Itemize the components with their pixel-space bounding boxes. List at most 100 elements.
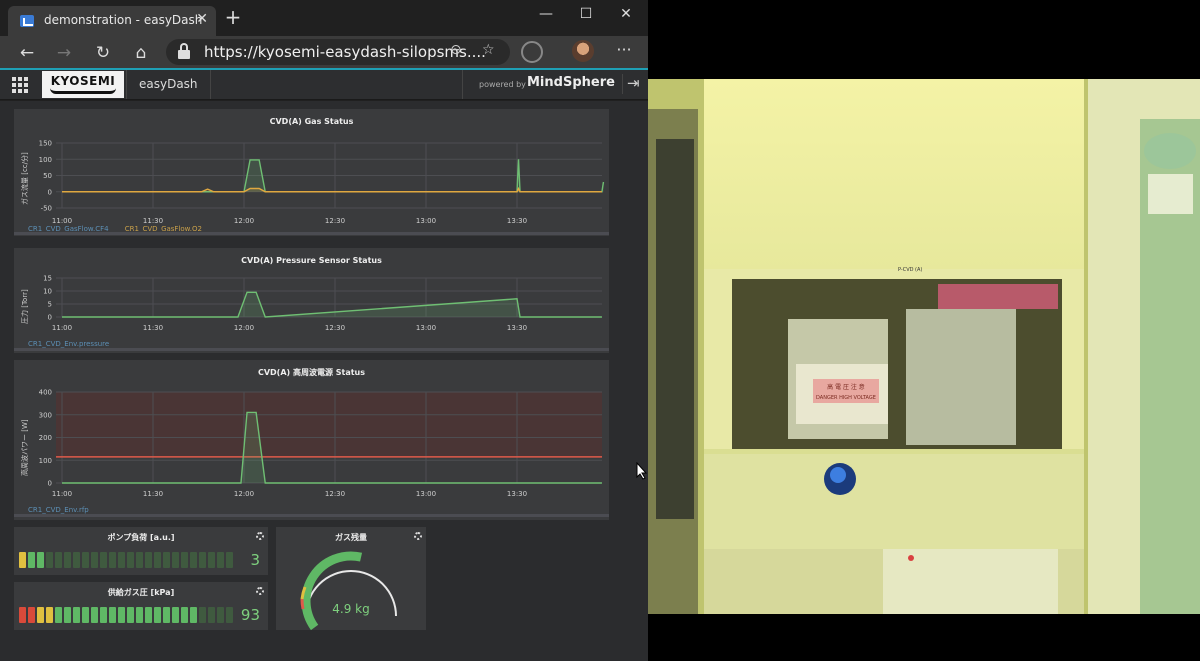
power-chart-legend: CR1_CVD_Env.rfp <box>28 506 103 514</box>
supply-gas-pressure-title: 供給ガス圧 [kPa] <box>107 588 175 597</box>
profile-avatar[interactable] <box>572 40 594 62</box>
y-tick-label: 100 <box>39 457 52 465</box>
legend-item-rfp[interactable]: CR1_CVD_Env.rfp <box>28 506 89 514</box>
address-bar: ← → ↻ ⌂ https://kyosemi-easydash-silopsm… <box>0 36 648 68</box>
level-segment <box>73 552 80 568</box>
y-tick-label: 300 <box>39 411 52 419</box>
zoom-icon[interactable]: ⊖ <box>450 42 462 58</box>
extensions-icon[interactable] <box>521 41 543 63</box>
kyosemi-logo: KYOSEMI <box>42 71 124 98</box>
x-tick-label: 13:30 <box>507 217 527 225</box>
browser-tab[interactable]: demonstration - easyDash ✕ <box>8 6 216 36</box>
level-segment <box>91 552 98 568</box>
level-segment <box>190 607 197 623</box>
level-segment <box>154 607 161 623</box>
y-tick-label: 150 <box>39 140 52 148</box>
more-menu-button[interactable]: ··· <box>612 40 636 64</box>
x-tick-label: 11:30 <box>143 490 163 498</box>
pressure-status-panel: CVD(A) Pressure Sensor Status 圧力 [Torr] … <box>14 248 609 353</box>
favorite-star-icon[interactable]: ☆ <box>482 42 495 58</box>
logout-icon[interactable]: ⇥ <box>622 74 644 94</box>
y-tick-label: 100 <box>39 156 52 164</box>
x-tick-label: 11:00 <box>52 490 72 498</box>
pump-load-gauge: ポンプ負荷 [a.u.] 3 <box>14 527 268 575</box>
y-tick-label: 10 <box>43 288 52 296</box>
app-header: KYOSEMI easyDash powered by MindSphere ⇥ <box>0 70 648 100</box>
gas-chart: 150 100 50 0 -5011:00 11:30 12:00 12:30 13:00 13:… <box>39 140 605 225</box>
level-segment <box>217 607 224 623</box>
settings-icon[interactable] <box>256 532 264 540</box>
legend-item-pressure[interactable]: CR1_CVD_Env.pressure <box>28 340 109 348</box>
level-segment <box>73 607 80 623</box>
x-tick-label: 12:00 <box>234 217 254 225</box>
y-tick-label: 5 <box>48 301 52 309</box>
legend-scrollbar[interactable] <box>14 232 609 235</box>
level-segment <box>28 552 35 568</box>
level-segment <box>118 552 125 568</box>
settings-icon[interactable] <box>414 532 422 540</box>
x-tick-label: 12:00 <box>234 490 254 498</box>
pump-load-title: ポンプ負荷 [a.u.] <box>107 533 175 542</box>
x-tick-label: 13:00 <box>416 490 436 498</box>
level-segment <box>109 607 116 623</box>
dashboard: CVD(A) Gas Status ガス流量 [cc/分] 150 100 50 0-… <box>0 101 648 661</box>
series-area <box>62 292 602 317</box>
warning-label-jp: 高 電 圧 注 意 <box>827 383 865 391</box>
app-launcher-grid-icon[interactable] <box>12 77 28 93</box>
panel-label: P-CVD (A) <box>898 267 922 273</box>
easydash-favicon-icon <box>20 15 34 27</box>
power-status-panel: CVD(A) 高周波電源 Status 高周波パワー [W] 400 300 200… <box>14 360 609 520</box>
level-segment <box>136 607 143 623</box>
x-tick-label: 11:30 <box>143 324 163 332</box>
maximize-button[interactable]: ☐ <box>568 4 604 24</box>
level-segment <box>154 552 161 568</box>
level-segment <box>82 607 89 623</box>
y-tick-label: 200 <box>39 434 52 442</box>
tab-close-icon[interactable]: ✕ <box>196 11 208 27</box>
url-field[interactable]: https://kyosemi-easydash-silopsms.... ⊖ … <box>166 39 510 65</box>
level-segment <box>55 552 62 568</box>
level-segment <box>118 607 125 623</box>
forward-button[interactable]: → <box>51 40 77 66</box>
x-tick-label: 11:30 <box>143 217 163 225</box>
pressure-chart-title: CVD(A) Pressure Sensor Status <box>241 256 382 265</box>
level-segment <box>91 607 98 623</box>
level-segment <box>64 607 71 623</box>
y-tick-label: 50 <box>43 172 52 180</box>
level-segment <box>145 552 152 568</box>
level-segment <box>217 552 224 568</box>
back-button[interactable]: ← <box>14 40 40 66</box>
level-segment <box>100 607 107 623</box>
gas-status-panel: CVD(A) Gas Status ガス流量 [cc/分] 150 100 50 0-… <box>14 109 609 236</box>
refresh-button[interactable]: ↻ <box>90 40 116 66</box>
supply-gas-pressure-gauge: 供給ガス圧 [kPa] 93 <box>14 582 268 630</box>
minimize-button[interactable]: — <box>528 4 564 24</box>
level-segment <box>19 607 26 623</box>
level-segment <box>19 552 26 568</box>
level-segment <box>208 607 215 623</box>
new-tab-button[interactable]: + <box>222 6 244 28</box>
gas-remaining-dial-fill <box>301 551 363 631</box>
settings-icon[interactable] <box>256 587 264 595</box>
x-tick-label: 13:30 <box>507 490 527 498</box>
level-segment <box>64 552 71 568</box>
level-segment <box>226 607 233 623</box>
app-name[interactable]: easyDash <box>126 70 211 99</box>
url-text[interactable]: https://kyosemi-easydash-silopsms.... <box>204 43 486 61</box>
x-tick-label: 13:00 <box>416 324 436 332</box>
y-tick-label: 15 <box>43 275 52 283</box>
warning-label-en: DANGER HIGH VOLTAGE <box>816 395 876 401</box>
legend-scrollbar[interactable] <box>14 514 609 517</box>
alarm-zone <box>56 392 602 457</box>
close-window-button[interactable]: ✕ <box>608 4 644 24</box>
level-segment <box>163 607 170 623</box>
x-tick-label: 11:00 <box>52 324 72 332</box>
level-segment <box>208 552 215 568</box>
pump-load-value: 3 <box>250 551 260 569</box>
legend-scrollbar[interactable] <box>14 348 609 351</box>
home-button[interactable]: ⌂ <box>128 40 154 66</box>
gas-remaining-gauge: ガス残量 4.9 kg <box>276 527 426 631</box>
level-segment <box>226 552 233 568</box>
level-segment <box>172 552 179 568</box>
x-tick-label: 12:30 <box>325 490 345 498</box>
